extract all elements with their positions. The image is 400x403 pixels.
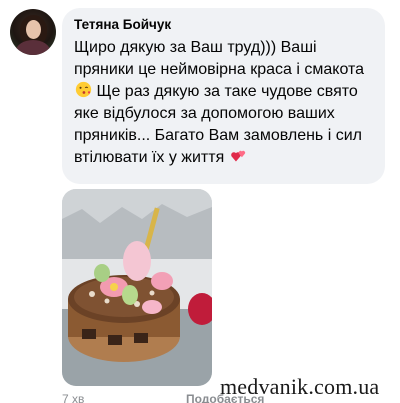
comment-screenshot: Тетяна Бойчук Щиро дякую за Ваш труд))) … (0, 0, 400, 403)
comment-text-part1: Щиро дякую за Ваш труд))) Ваші пряники ц… (74, 39, 365, 78)
avatar-body (16, 40, 50, 55)
comment-text: Щиро дякую за Ваш труд))) Ваші пряники ц… (74, 37, 373, 169)
cake-photo[interactable] (62, 189, 212, 386)
avatar-face (26, 20, 41, 39)
watermark: medvanik.com.ua (220, 374, 380, 399)
cake-photo-image (62, 189, 212, 386)
kiss-face-icon (75, 81, 92, 98)
two-hearts-icon (230, 150, 245, 162)
comment-text-part2: Ще раз дякую за таке чудове свято яке ві… (74, 83, 362, 166)
comment-author[interactable]: Тетяна Бойчук (74, 16, 373, 34)
comment-meta: 7 хв Подобається (62, 392, 264, 403)
avatar[interactable] (10, 9, 56, 55)
comment-bubble: Тетяна Бойчук Щиро дякую за Ваш труд))) … (62, 8, 385, 184)
comment-time[interactable]: 7 хв (62, 392, 84, 403)
